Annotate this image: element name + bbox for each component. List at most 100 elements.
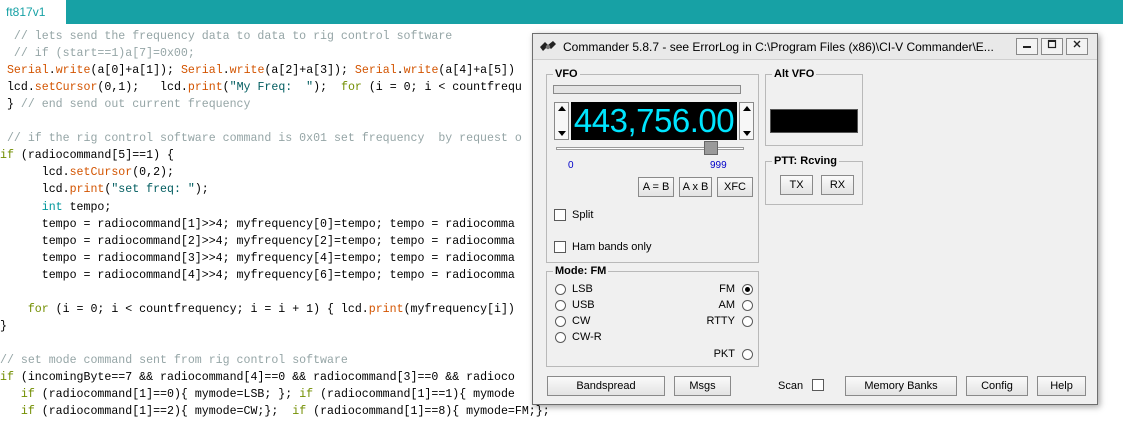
code-line: if (incomingByte==7 && radiocommand[4]==… xyxy=(0,369,515,386)
code-token: print xyxy=(187,81,223,95)
close-button[interactable] xyxy=(1066,38,1088,55)
mode-usb-radio[interactable] xyxy=(555,300,566,311)
ptt-group: PTT: Rcving TX RX xyxy=(765,154,863,205)
code-token: (0,2); xyxy=(132,166,174,180)
frequency-spinner-right[interactable] xyxy=(739,102,754,140)
code-line: // set mode command sent from rig contro… xyxy=(0,352,348,369)
code-token: write xyxy=(55,64,91,78)
vfo-label: VFO xyxy=(553,67,580,81)
mode-cw-radio[interactable] xyxy=(555,316,566,327)
vfo-group: VFO 443,756.00 0 999 A = B A x B XFC Spl… xyxy=(546,67,759,263)
code-line: lcd.setCursor(0,2); xyxy=(0,164,174,181)
commander-app-icon xyxy=(540,41,556,51)
scan-label: Scan xyxy=(778,380,804,392)
code-token: (i = 0; i < countfrequ xyxy=(361,81,522,95)
code-token: lcd. xyxy=(0,183,70,197)
code-line: if (radiocommand[5]==1) { xyxy=(0,147,174,164)
config-button[interactable]: Config xyxy=(966,376,1028,396)
code-line: lcd.print("set freq: "); xyxy=(0,181,209,198)
alt-vfo-display[interactable] xyxy=(770,109,858,133)
bandspread-button[interactable]: Bandspread xyxy=(547,376,665,396)
code-token: . xyxy=(222,64,230,78)
maximize-button[interactable] xyxy=(1041,38,1063,55)
mode-am-radio[interactable] xyxy=(742,300,753,311)
xfc-button[interactable]: XFC xyxy=(717,177,753,197)
a-swap-b-button[interactable]: A x B xyxy=(679,177,712,197)
code-line: for (i = 0; i < countfrequency; i = i + … xyxy=(0,301,515,318)
frequency-spinner[interactable] xyxy=(554,102,569,140)
code-token: int xyxy=(41,200,63,214)
code-line: // if (start==1)a[7]=0x00; xyxy=(0,45,195,62)
code-token: if xyxy=(20,388,35,402)
code-line: if (radiocommand[1]==0){ mymode=LSB; }; … xyxy=(0,386,515,403)
code-token: (radiocommand[1]==8){ mymode=FM;}; xyxy=(306,405,550,419)
code-token: "set freq: " xyxy=(111,183,195,197)
mode-rtty-radio[interactable] xyxy=(742,316,753,327)
code-token: . xyxy=(396,64,404,78)
split-label: Split xyxy=(572,209,594,221)
minimize-button[interactable] xyxy=(1016,38,1038,55)
msgs-button[interactable]: Msgs xyxy=(674,376,731,396)
code-token: } xyxy=(0,319,7,333)
code-token: (a[2]+a[3]); xyxy=(264,64,355,78)
code-token: ( xyxy=(222,81,230,95)
code-token: for xyxy=(27,302,49,316)
window-title: Commander 5.8.7 - see ErrorLog in C:\Pro… xyxy=(563,40,993,54)
code-token: lcd. xyxy=(0,81,35,95)
spin-up-icon[interactable] xyxy=(558,106,566,111)
split-checkbox[interactable] xyxy=(554,209,566,221)
close-icon xyxy=(1073,40,1081,48)
code-line: if (radiocommand[1]==2){ mymode=CW;}; if… xyxy=(0,403,550,420)
code-token: write xyxy=(403,64,439,78)
help-button[interactable]: Help xyxy=(1037,376,1086,396)
spin-down-icon[interactable] xyxy=(558,131,566,136)
mode-lsb-label: LSB xyxy=(572,283,593,295)
code-token: } xyxy=(0,98,21,112)
mode-rtty-label: RTTY xyxy=(706,315,735,327)
code-token: (myfrequency[i]) xyxy=(403,302,515,316)
memory-banks-button[interactable]: Memory Banks xyxy=(845,376,957,396)
code-line: // lets send the frequency data to data … xyxy=(0,28,452,45)
mode-cwr-label: CW-R xyxy=(572,331,602,343)
alt-vfo-group: Alt VFO xyxy=(765,67,863,146)
code-token: tempo = radiocommand[3]>>4; myfrequency[… xyxy=(0,251,515,265)
maximize-icon xyxy=(1047,39,1057,49)
code-token: (incomingByte==7 && radiocommand[4]==0 &… xyxy=(13,371,515,384)
code-token: lcd. xyxy=(0,166,70,180)
window-titlebar[interactable]: Commander 5.8.7 - see ErrorLog in C:\Pro… xyxy=(533,34,1097,60)
code-line: lcd.setCursor(0,1); lcd.print("My Freq: … xyxy=(0,79,522,96)
mode-lsb-radio[interactable] xyxy=(555,284,566,295)
mode-pkt-label: PKT xyxy=(713,348,735,360)
code-token: Serial xyxy=(6,64,49,78)
rx-button[interactable]: RX xyxy=(821,175,854,195)
mode-am-label: AM xyxy=(718,299,736,311)
frequency-display[interactable]: 443,756.00 xyxy=(571,102,737,140)
code-line: Serial.write(a[0]+a[1]); Serial.write(a[… xyxy=(0,62,515,79)
code-token: // end send out current frequency xyxy=(20,98,251,112)
tx-button[interactable]: TX xyxy=(780,175,813,195)
code-token: ); xyxy=(194,183,209,197)
spin-down-icon[interactable] xyxy=(743,131,751,136)
editor-tab-bar: ft817v1 xyxy=(0,0,1123,24)
a-equals-b-button[interactable]: A = B xyxy=(638,177,674,197)
code-token: if xyxy=(292,405,307,419)
code-token: (radiocommand[1]==1){ mymode xyxy=(313,388,515,402)
spin-up-icon[interactable] xyxy=(743,106,751,111)
code-line: // if the rig control software command i… xyxy=(0,130,522,147)
mode-pkt-radio[interactable] xyxy=(742,349,753,360)
code-token: setCursor xyxy=(69,166,133,180)
code-token: // set mode command sent from rig contro… xyxy=(0,353,348,367)
code-token: Serial xyxy=(180,64,223,78)
bandspread-slider-thumb[interactable] xyxy=(703,141,718,155)
code-token: // lets send the frequency data to data … xyxy=(0,30,453,43)
code-token: (a[4]+a[5]) xyxy=(438,64,515,78)
mode-cwr-radio[interactable] xyxy=(555,332,566,343)
editor-tab-ft817v1[interactable]: ft817v1 xyxy=(0,0,66,24)
ham-bands-checkbox[interactable] xyxy=(554,241,566,253)
scan-checkbox[interactable] xyxy=(812,379,824,391)
mode-fm-radio[interactable] xyxy=(742,284,753,295)
